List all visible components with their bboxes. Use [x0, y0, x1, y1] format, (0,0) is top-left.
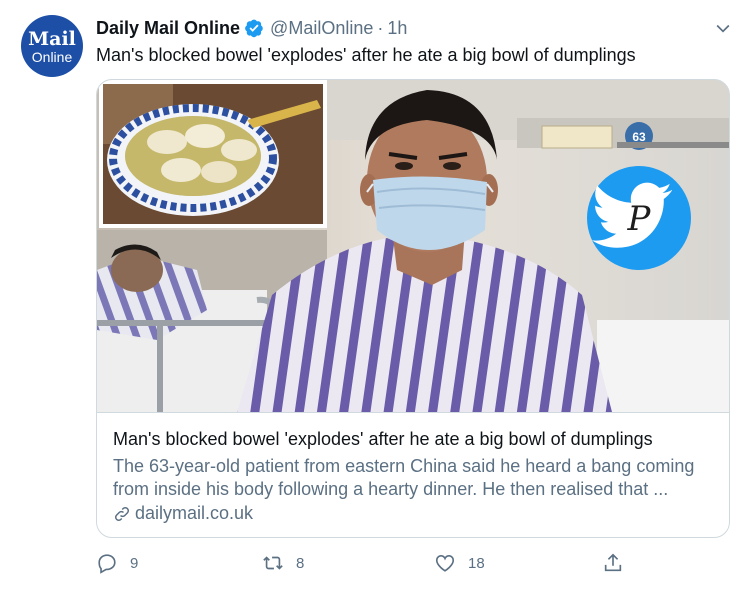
card-description-line2: from inside his body following a hearty …	[113, 479, 669, 499]
link-icon	[114, 506, 130, 521]
like-icon	[435, 555, 455, 572]
separator-dot: ·	[377, 17, 384, 38]
tweet-header: Daily Mail Online @MailOnline · 1h	[96, 16, 733, 40]
card-photo-illustration: 63 P	[97, 80, 729, 412]
reply-count: 9	[130, 554, 139, 572]
verified-badge-icon	[245, 19, 263, 38]
card-domain[interactable]: dailymail.co.uk	[113, 503, 713, 524]
svg-text:P: P	[627, 199, 652, 239]
retweet-button[interactable]: 8	[262, 552, 304, 574]
card-description-line1: The 63-year-old patient from eastern Chi…	[113, 456, 695, 476]
like-count: 18	[468, 554, 485, 572]
card-domain-text: dailymail.co.uk	[135, 503, 254, 523]
avatar-line1: Mail	[28, 27, 76, 50]
card-description: The 63-year-old patient from eastern Chi…	[113, 455, 713, 501]
twitter-bird-icon: P	[587, 166, 691, 270]
card-photo[interactable]: 63 P	[97, 80, 729, 412]
like-button[interactable]: 18	[434, 552, 485, 574]
retweet-count: 8	[296, 554, 305, 572]
link-card[interactable]: 63 P Man's blocked bowel 'explodes' afte…	[96, 79, 730, 538]
display-name[interactable]: Daily Mail Online	[96, 18, 240, 39]
tweet-text: Man's blocked bowel 'explodes' after he …	[96, 45, 636, 65]
dumpling-inset	[99, 80, 327, 228]
share-button[interactable]	[602, 552, 624, 574]
handle[interactable]: @MailOnline	[270, 18, 373, 39]
reply-button[interactable]: 9	[96, 552, 138, 574]
tweet-actions: 9 8 18	[96, 552, 636, 578]
avatar[interactable]: Mail Online	[21, 15, 83, 77]
share-icon	[604, 553, 622, 572]
chevron-down-icon[interactable]	[713, 18, 733, 38]
room-number: 63	[632, 130, 646, 144]
card-title[interactable]: Man's blocked bowel 'explodes' after he …	[113, 428, 713, 450]
avatar-line2: Online	[31, 48, 73, 65]
timestamp[interactable]: 1h	[387, 18, 407, 39]
card-body[interactable]: Man's blocked bowel 'explodes' after he …	[97, 412, 729, 537]
retweet-icon	[263, 556, 283, 570]
reply-icon	[98, 554, 116, 574]
tweet[interactable]: Mail Online Daily Mail Online @MailOnlin…	[0, 0, 753, 590]
